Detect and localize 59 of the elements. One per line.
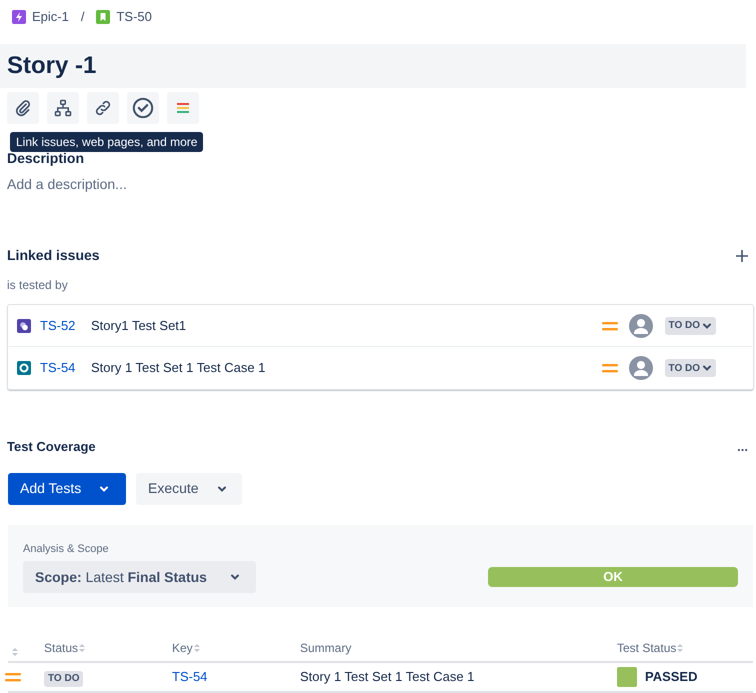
avatar-icon (628, 356, 653, 380)
section-heading: Description (7, 150, 86, 166)
caret-icon (702, 320, 712, 330)
lines-button[interactable] (167, 92, 199, 124)
description-placeholder[interactable]: Add a description... (7, 174, 756, 195)
dropdown-button[interactable]: Execute (136, 472, 242, 504)
add-icon (736, 250, 748, 262)
coverage-result: OK (603, 568, 623, 586)
status-lozenge: TO DO (44, 670, 84, 686)
caret-icon (702, 363, 712, 373)
column-header[interactable]: Test Status (617, 638, 676, 656)
lines-icon (177, 102, 189, 114)
table-cell: Story 1 Test Set 1 Test Case 1 (300, 668, 474, 684)
avatar-icon (628, 314, 653, 338)
column-header[interactable]: Status (44, 638, 78, 656)
breadcrumb-separator: / (80, 8, 84, 26)
lightning-icon (12, 10, 26, 24)
bookmark-icon (96, 10, 110, 24)
link-button[interactable] (87, 92, 119, 124)
column-header[interactable]: Summary (300, 638, 352, 656)
issue-key-link[interactable]: TS-52 (40, 316, 91, 336)
issue-summary: Story1 Test Set1 (91, 316, 188, 335)
issue-key-link[interactable]: TS-54 (172, 668, 208, 684)
section-heading: Linked issues (7, 246, 100, 265)
status-swatch (617, 666, 637, 686)
link-icon (94, 99, 112, 117)
caret-icon (230, 572, 240, 582)
hierarchy-icon (54, 99, 72, 117)
ring-icon (17, 361, 31, 375)
priority-icon (602, 320, 618, 332)
issue-summary: Story 1 Test Set 1 Test Case 1 (91, 359, 266, 378)
issue-title: Story -1 (7, 54, 96, 78)
dropdown-button[interactable]: Add Tests (8, 472, 126, 504)
status-dropdown[interactable]: TO DO (664, 316, 716, 334)
linked-issue-row[interactable]: TS-54 Story 1 Test Set 1 Test Case 1 TO DO (9, 347, 752, 389)
hierarchy-button[interactable] (47, 92, 79, 124)
relation-label: is tested by (6, 277, 69, 294)
circles-icon (17, 318, 31, 332)
title-field[interactable]: Story -1 (0, 44, 746, 88)
check-circle-button[interactable] (127, 92, 159, 124)
priority-icon (5, 670, 21, 682)
column-header[interactable]: Key (172, 638, 193, 656)
paperclip-icon (14, 99, 32, 117)
status-dropdown[interactable]: TO DO (664, 359, 716, 377)
issue-key-link[interactable]: TS-54 (40, 358, 91, 378)
priority-icon (602, 362, 618, 374)
analysis-label: Analysis & Scope (23, 542, 110, 556)
section-heading: Test Coverage (7, 438, 96, 456)
tooltip: Link issues, web pages, and more (10, 132, 204, 152)
more-button[interactable]: ... (737, 440, 748, 454)
breadcrumb-link[interactable]: Epic-1 (32, 6, 69, 26)
check-circle-icon (132, 97, 154, 119)
caret-icon (99, 484, 110, 494)
test-status: PASSED (645, 668, 698, 686)
scope-dropdown[interactable]: Scope: Latest Final Status (23, 561, 256, 593)
linked-issue-row[interactable]: TS-52 Story1 Test Set1 TO DO (9, 305, 752, 347)
caret-icon (216, 484, 227, 494)
paperclip-button[interactable] (7, 92, 39, 124)
breadcrumb-link[interactable]: TS-50 (116, 6, 152, 26)
